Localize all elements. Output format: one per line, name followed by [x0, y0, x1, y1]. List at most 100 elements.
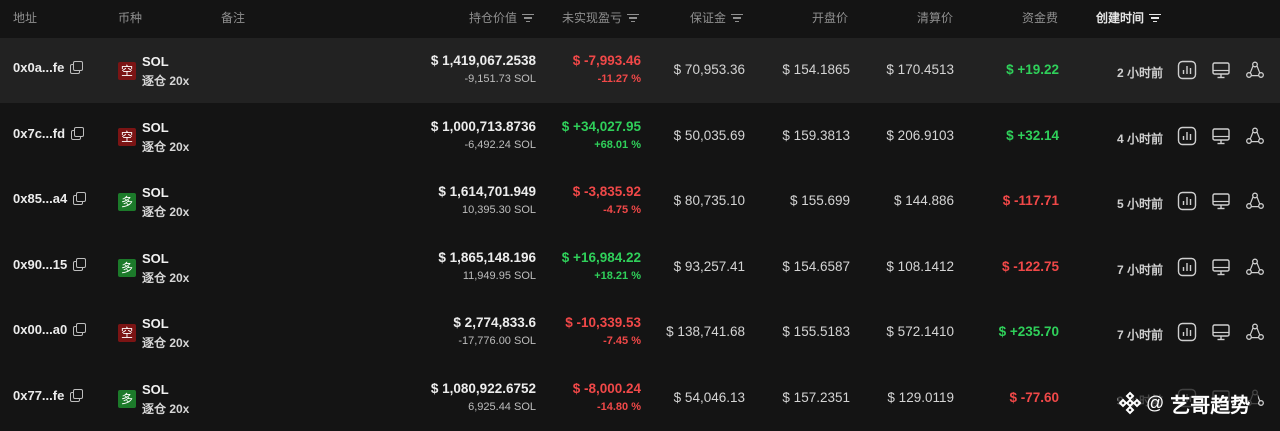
entry-price: $ 157.2351: [782, 389, 850, 405]
funding-fee: $ +235.70: [998, 324, 1059, 339]
margin-value: $ 80,735.10: [673, 193, 745, 208]
chart-icon[interactable]: [1177, 60, 1197, 80]
funding-fee: $ +19.22: [1006, 62, 1059, 77]
table-row[interactable]: 0x7c...fd 空 SOL 逐仓 20x $ 1,000,713.8736 -6,49…: [0, 104, 1280, 169]
copy-icon[interactable]: [71, 126, 85, 140]
copy-icon[interactable]: [73, 192, 87, 205]
entry-price: $ 154.1865: [782, 62, 850, 77]
margin-value: $ 138,741.68: [666, 324, 745, 339]
sort-icon: [522, 13, 534, 23]
liquidation-price: $ 129.0119: [887, 389, 954, 405]
coin-name: SOL: [142, 54, 169, 69]
unrealized-pnl-percent: -14.80 %: [596, 400, 641, 413]
address-cell[interactable]: 0x7c...fd: [13, 125, 85, 141]
header-margin-label: 保证金: [689, 11, 726, 25]
header-address: 地址: [13, 9, 37, 26]
monitor-icon[interactable]: [1211, 191, 1231, 211]
position-size: -17,776.00 SOL: [458, 335, 536, 347]
share-icon[interactable]: [1245, 191, 1265, 211]
funding-fee: $ -77.60: [1009, 389, 1059, 405]
address-cell[interactable]: 0x0a...fe: [13, 60, 84, 75]
chart-icon[interactable]: [1177, 126, 1197, 146]
unrealized-pnl: $ -7,993.46: [572, 53, 641, 68]
address-cell[interactable]: 0x00...a0: [13, 322, 87, 337]
monitor-icon[interactable]: [1211, 322, 1231, 342]
share-icon[interactable]: [1245, 126, 1265, 146]
monitor-icon[interactable]: [1211, 60, 1231, 80]
created-time: 7 小时前: [1116, 328, 1163, 342]
position-value: $ 1,614,701.949: [438, 184, 536, 199]
position-value: $ 1,080,922.6752: [430, 380, 536, 396]
entry-price: $ 159.3813: [782, 127, 850, 143]
chart-icon[interactable]: [1177, 191, 1197, 211]
sort-icon: [627, 13, 639, 23]
unrealized-pnl-percent: -11.27 %: [597, 73, 641, 85]
share-icon[interactable]: [1245, 322, 1265, 342]
position-size: -6,492.24 SOL: [464, 138, 536, 151]
unrealized-pnl: $ +16,984.22: [561, 249, 641, 265]
coin-name: SOL: [142, 381, 169, 397]
header-entry-price: 开盘价: [812, 9, 848, 26]
created-time: 5 小时前: [1116, 197, 1163, 211]
unrealized-pnl-percent: -7.45 %: [603, 335, 641, 347]
header-margin-sort[interactable]: 保证金: [690, 9, 743, 26]
table-row[interactable]: 0x0a...fe 空 SOL 逐仓 20x $ 1,419,067.2538 -9,15…: [0, 38, 1280, 103]
watermark-at: @: [1146, 392, 1165, 413]
header-funding: 资金费: [1022, 9, 1058, 26]
side-badge: 空: [118, 324, 136, 342]
address-text: 0x7c...fd: [13, 125, 66, 141]
monitor-icon[interactable]: [1211, 257, 1231, 277]
margin-value: $ 70,953.36: [673, 62, 745, 77]
share-icon[interactable]: [1245, 257, 1265, 277]
address-cell[interactable]: 0x77...fe: [13, 388, 84, 403]
header-coin-label: 币种: [118, 11, 143, 25]
entry-price: $ 155.699: [789, 193, 850, 208]
address-cell[interactable]: 0x85...a4: [13, 191, 87, 206]
table-row[interactable]: 0x77...fe 多 SOL 逐仓 20x $ 1,080,922.6752 6,925…: [0, 366, 1280, 431]
position-size: -9,151.73 SOL: [464, 73, 536, 85]
address-text: 0x90...15: [13, 256, 68, 272]
header-unrealized-pnl-sort[interactable]: 未实现盈亏: [562, 9, 639, 26]
table-row[interactable]: 0x85...a4 多 SOL 逐仓 20x $ 1,614,701.949 10,395…: [0, 169, 1280, 234]
header-liq-price: 清算价: [917, 9, 953, 26]
address-text: 0x00...a0: [13, 322, 68, 337]
table-row[interactable]: 0x00...a0 空 SOL 逐仓 20x $ 2,774,833.6 -17,776.…: [0, 300, 1280, 365]
watermark-text: 艺哥趋势: [1170, 394, 1251, 417]
leverage-label: 逐仓 20x: [142, 74, 190, 88]
copy-icon[interactable]: [70, 388, 84, 402]
margin-value: $ 54,046.13: [673, 389, 745, 405]
liquidation-price: $ 170.4513: [886, 62, 954, 77]
leverage-label: 逐仓 20x: [142, 401, 190, 416]
position-size: 10,395.30 SOL: [461, 204, 536, 216]
leverage-label: 逐仓 20x: [142, 270, 190, 285]
header-position-value-sort[interactable]: 持仓价值: [469, 9, 534, 26]
copy-icon[interactable]: [73, 323, 87, 336]
side-badge: 多: [118, 258, 136, 277]
sort-icon: [1149, 13, 1162, 23]
monitor-icon[interactable]: [1211, 126, 1231, 146]
header-address-label: 地址: [13, 11, 38, 25]
created-time: 7 小时前: [1116, 262, 1163, 277]
header-funding-label: 资金费: [1021, 11, 1058, 25]
address-cell[interactable]: 0x90...15: [13, 256, 87, 272]
margin-value: $ 93,257.41: [673, 258, 745, 274]
coin-name: SOL: [142, 316, 169, 331]
unrealized-pnl-percent: +18.21 %: [594, 269, 641, 282]
funding-fee: $ +32.14: [1006, 127, 1059, 143]
copy-icon[interactable]: [73, 257, 87, 271]
position-size: 6,925.44 SOL: [468, 400, 536, 413]
unrealized-pnl-percent: -4.75 %: [603, 204, 641, 216]
chart-icon[interactable]: [1177, 322, 1197, 342]
side-badge: 多: [118, 193, 136, 211]
header-note: 备注: [221, 9, 245, 26]
share-icon[interactable]: [1245, 60, 1265, 80]
copy-icon[interactable]: [70, 61, 84, 74]
header-created-label: 创建时间: [1096, 11, 1145, 25]
entry-price: $ 155.5183: [782, 324, 850, 339]
position-value: $ 2,774,833.6: [453, 315, 536, 330]
chart-icon[interactable]: [1177, 257, 1197, 277]
table-row[interactable]: 0x90...15 多 SOL 逐仓 20x $ 1,865,148.196 11,949…: [0, 235, 1280, 300]
position-size: 11,949.95 SOL: [462, 269, 536, 282]
header-created-sort[interactable]: 创建时间: [1096, 9, 1162, 26]
leverage-label: 逐仓 20x: [142, 139, 190, 154]
